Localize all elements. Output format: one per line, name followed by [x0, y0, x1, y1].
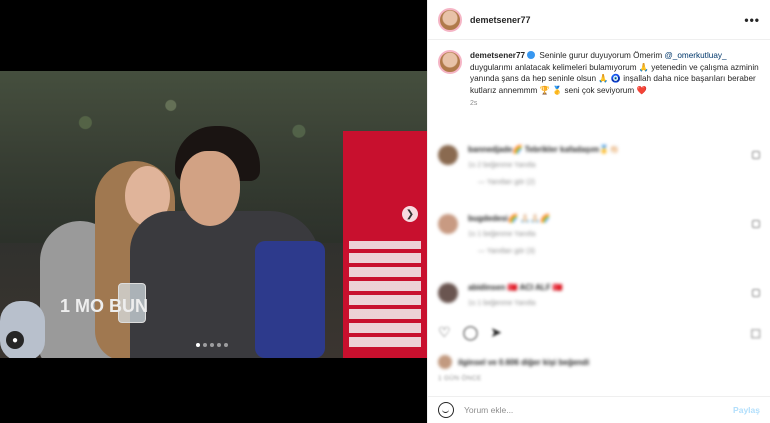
avatar[interactable]: [438, 214, 458, 234]
post-media: 1 MO BUN ❯ ●: [0, 0, 427, 423]
verified-icon: [527, 51, 536, 59]
player-jersey: [255, 241, 325, 358]
red-banner: [343, 131, 427, 358]
caption-body-2: duygularımı anlatacak kelimeleri bulamıy…: [470, 62, 759, 95]
add-comment-bar: Paylaş: [428, 396, 770, 423]
likes-row: ilginsel ve 0.606 diğer kişi beğendi: [438, 355, 738, 369]
comment-meta[interactable]: 1s 2 beğenme Yanıtla: [468, 162, 742, 169]
jersey-number: 1 MO BUN: [60, 296, 149, 316]
action-bar: ♡ ◯ ➤ □: [438, 324, 760, 341]
caption-time: 2s: [470, 100, 478, 107]
post-comment-button[interactable]: Paylaş: [733, 405, 760, 415]
bookmark-icon[interactable]: □: [752, 325, 760, 341]
view-replies[interactable]: — Yanıtları gör (2): [478, 179, 742, 186]
heart-icon[interactable]: ♡: [438, 324, 451, 341]
comment-input[interactable]: [464, 405, 724, 415]
carousel-dot: [224, 343, 228, 347]
background-child: [0, 301, 45, 358]
avatar[interactable]: [438, 50, 462, 74]
comment-icon[interactable]: ◯: [463, 324, 479, 341]
caption: demetsener77 Seninle gurur duyuyorum Öme…: [438, 50, 760, 107]
avatar: [438, 355, 452, 369]
comment-meta[interactable]: 1s 1 beğenme Yanıtla: [468, 231, 742, 238]
carousel-dot: [210, 343, 214, 347]
likes-text[interactable]: ilginsel ve 0.606 diğer kişi beğendi: [458, 358, 589, 367]
post-photo[interactable]: 1 MO BUN: [0, 71, 427, 358]
heart-icon[interactable]: [752, 151, 760, 159]
avatar[interactable]: [438, 7, 462, 32]
carousel-dot: [203, 343, 207, 347]
comment-text: abidinsen 🇹🇷 ACI ALF 🇹🇷: [468, 283, 563, 292]
caption-body-1: Seninle gurur duyuyorum Ömerim: [537, 51, 665, 60]
carousel-dot: [217, 343, 221, 347]
comment-item: bugdedesi🌈 🙏🏻🙏🏻🌈 1s 1 beğenme Yanıtla — …: [438, 214, 760, 264]
avatar[interactable]: [438, 283, 458, 303]
post-header: demetsener77 •••: [428, 0, 770, 40]
user-icon[interactable]: ●: [6, 331, 24, 349]
comment-text: bannedjade🌈 Tebrikler kafadaşım🥇👏🏻: [468, 145, 620, 154]
paper-plane-icon[interactable]: ➤: [490, 324, 502, 341]
chevron-right-icon[interactable]: ❯: [402, 206, 418, 222]
heart-emoji: ❤️: [636, 85, 647, 95]
instagram-post-view: 1 MO BUN ❯ ● demetsener77 ••• demetsener…: [0, 0, 770, 423]
comment-meta[interactable]: 1s 1 beğenme Yanıtla: [468, 300, 742, 307]
smile-icon[interactable]: [438, 402, 454, 418]
boy-face: [180, 151, 240, 226]
post-date: 1 GÜN ÖNCE: [438, 375, 482, 382]
comment-text: bugdedesi🌈 🙏🏻🙏🏻🌈: [468, 214, 551, 223]
view-replies[interactable]: — Yanıtları gör (3): [478, 248, 742, 255]
post-side-panel: demetsener77 ••• demetsener77 Seninle gu…: [427, 0, 770, 423]
heart-icon[interactable]: [752, 289, 760, 297]
caption-text: demetsener77 Seninle gurur duyuyorum Öme…: [470, 50, 760, 96]
header-username[interactable]: demetsener77: [470, 15, 531, 25]
carousel-dot: [196, 343, 200, 347]
caption-username[interactable]: demetsener77: [470, 51, 525, 60]
comment-item: bannedjade🌈 Tebrikler kafadaşım🥇👏🏻 1s 2 …: [438, 145, 760, 195]
mention-link[interactable]: @_omerkutluay_: [665, 51, 727, 60]
heart-icon[interactable]: [752, 220, 760, 228]
carousel-dots: [196, 343, 228, 347]
avatar[interactable]: [438, 145, 458, 165]
more-horiz-icon[interactable]: •••: [744, 13, 760, 27]
